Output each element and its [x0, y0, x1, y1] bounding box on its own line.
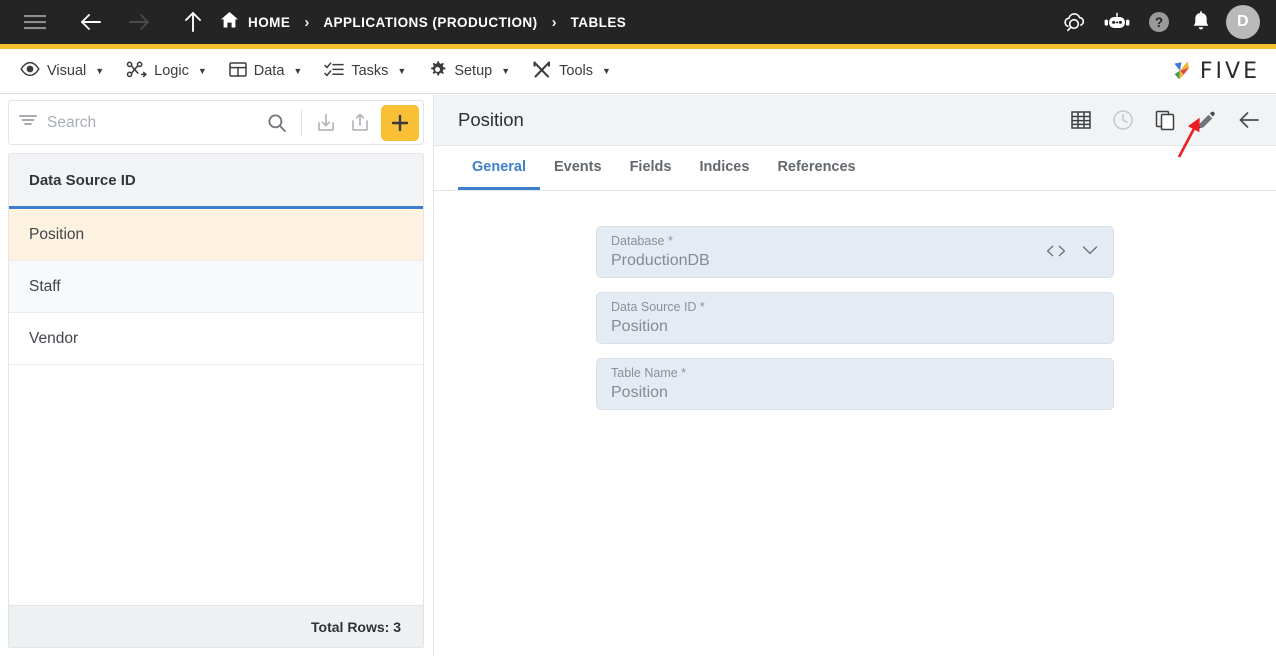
table-row[interactable]: Vendor: [9, 313, 423, 365]
tab-events[interactable]: Events: [540, 146, 616, 190]
svg-text:?: ?: [1155, 15, 1163, 30]
table-name-field[interactable]: Table Name * Position: [596, 358, 1114, 410]
filter-icon[interactable]: [19, 113, 37, 132]
menu-visual-label: Visual: [47, 63, 87, 79]
grid-body: Position Staff Vendor: [9, 209, 423, 605]
tools-icon: [532, 60, 552, 83]
chevron-down-icon: ▼: [501, 66, 511, 76]
chat-bot-icon[interactable]: [1100, 5, 1134, 39]
database-field-icons: [1045, 243, 1099, 261]
tab-indices[interactable]: Indices: [685, 146, 763, 190]
brand-name: FIVE: [1199, 58, 1260, 84]
notifications-bell-icon[interactable]: [1184, 5, 1218, 39]
breadcrumb-item-home[interactable]: HOME: [248, 15, 290, 30]
table-row[interactable]: Position: [9, 209, 423, 261]
search-input[interactable]: [47, 113, 260, 132]
chevron-down-icon[interactable]: [1081, 243, 1099, 261]
data-source-id-field-label: Data Source ID *: [611, 300, 705, 314]
import-icon[interactable]: [309, 106, 343, 140]
data-source-grid: Data Source ID Position Staff Vendor Tot…: [8, 153, 424, 648]
chevron-down-icon: ▼: [602, 66, 611, 76]
code-brackets-icon[interactable]: [1045, 244, 1067, 261]
tab-fields[interactable]: Fields: [616, 146, 686, 190]
total-rows-label: Total Rows: 3: [9, 605, 423, 647]
table-icon: [229, 61, 247, 82]
breadcrumb-item-applications[interactable]: APPLICATIONS (PRODUCTION): [323, 15, 537, 30]
data-source-id-field-value: Position: [611, 318, 668, 335]
menu-data[interactable]: Data ▼: [229, 61, 303, 82]
chevron-down-icon: ▼: [197, 66, 207, 76]
avatar[interactable]: D: [1226, 5, 1260, 39]
checklist-icon: [324, 61, 345, 82]
menu-logic[interactable]: Logic ▼: [126, 61, 207, 82]
database-field[interactable]: Database * ProductionDB: [596, 226, 1114, 278]
menu-setup-label: Setup: [454, 63, 493, 79]
breadcrumb-item-tables[interactable]: TABLES: [571, 15, 627, 30]
five-logo: FIVE: [1167, 58, 1260, 84]
page-title: Position: [458, 109, 524, 130]
search-toolbar: [8, 100, 424, 145]
table-name-field-label: Table Name *: [611, 366, 687, 380]
data-source-id-field[interactable]: Data Source ID * Position: [596, 292, 1114, 344]
record-detail-panel: Position General Events Fields Indices R…: [433, 95, 1276, 656]
tab-general[interactable]: General: [458, 146, 540, 190]
table-row[interactable]: Staff: [9, 261, 423, 313]
top-navigation-bar: HOME › APPLICATIONS (PRODUCTION) › TABLE…: [0, 0, 1276, 44]
detail-header: Position: [434, 95, 1276, 146]
plus-icon: [391, 114, 409, 131]
arrow-left-icon[interactable]: [74, 5, 108, 39]
menu-tasks[interactable]: Tasks ▼: [324, 61, 406, 82]
gear-icon: [428, 60, 447, 83]
menu-visual[interactable]: Visual ▼: [20, 61, 104, 81]
edit-pencil-icon[interactable]: [1192, 105, 1222, 135]
hamburger-icon[interactable]: [18, 5, 52, 39]
topbar-actions: ? D: [1058, 5, 1260, 39]
menu-tools[interactable]: Tools ▼: [532, 60, 611, 83]
breadcrumb-separator: ›: [551, 13, 557, 31]
database-field-label: Database *: [611, 234, 673, 248]
toolbar-divider: [301, 109, 302, 136]
detail-tabs: General Events Fields Indices References: [434, 146, 1276, 191]
detail-actions: [1066, 105, 1264, 135]
help-icon[interactable]: ?: [1142, 5, 1176, 39]
tab-references[interactable]: References: [763, 146, 869, 190]
application-menu-bar: Visual ▼ Logic ▼ Data ▼ Tasks ▼ Setup ▼ …: [0, 49, 1276, 94]
table-name-field-value: Position: [611, 384, 668, 401]
search-icon[interactable]: [260, 106, 294, 140]
grid-column-header[interactable]: Data Source ID: [9, 154, 423, 209]
home-icon[interactable]: [220, 11, 239, 34]
menu-tools-label: Tools: [559, 63, 593, 79]
add-button[interactable]: [381, 104, 419, 141]
cloud-search-icon[interactable]: [1058, 5, 1092, 39]
general-form: Database * ProductionDB Data Source ID *…: [434, 191, 1276, 656]
five-pinwheel-icon: [1174, 61, 1190, 80]
chevron-down-icon: ▼: [95, 66, 105, 76]
database-field-value: ProductionDB: [611, 252, 710, 269]
arrow-right-icon: [122, 5, 156, 39]
export-icon[interactable]: [343, 106, 377, 140]
duplicate-icon[interactable]: [1150, 105, 1180, 135]
back-arrow-icon[interactable]: [1234, 105, 1264, 135]
menu-logic-label: Logic: [154, 63, 189, 79]
history-clock-icon: [1108, 105, 1138, 135]
table-view-icon[interactable]: [1066, 105, 1096, 135]
chevron-down-icon: ▼: [397, 66, 407, 76]
data-sources-panel: Data Source ID Position Staff Vendor Tot…: [8, 100, 424, 648]
chevron-down-icon: ▼: [293, 66, 303, 76]
menu-tasks-label: Tasks: [351, 63, 389, 79]
breadcrumb: HOME: [220, 11, 290, 34]
eye-icon: [20, 61, 40, 81]
menu-setup[interactable]: Setup ▼: [428, 60, 510, 83]
arrow-up-icon[interactable]: [176, 5, 210, 39]
menu-data-label: Data: [253, 63, 285, 79]
breadcrumb-separator: ›: [304, 13, 310, 31]
logic-nodes-icon: [126, 61, 148, 82]
